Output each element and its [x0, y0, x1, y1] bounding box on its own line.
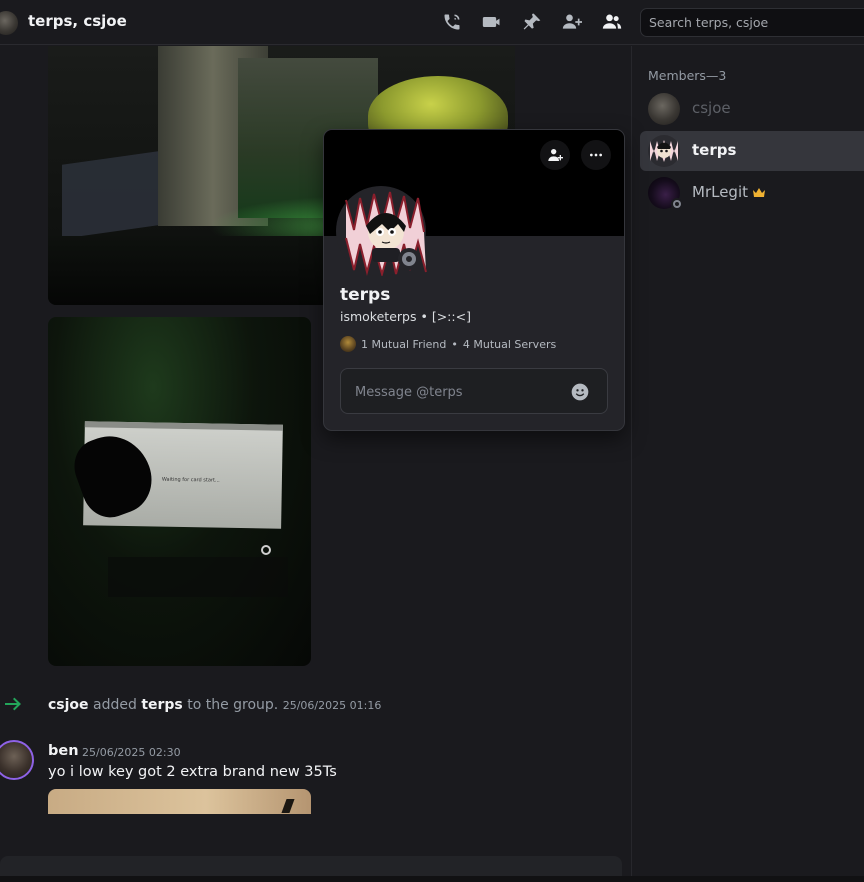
profile-display-name: terps	[340, 285, 391, 305]
system-message-timestamp: 25/06/2025 01:16	[282, 699, 382, 712]
status-offline-icon	[671, 198, 683, 210]
avatar	[648, 135, 680, 167]
system-message-text: csjoe added terps to the group. 25/06/20…	[48, 697, 381, 713]
message-timestamp: 25/06/2025 02:30	[82, 746, 181, 759]
join-arrow-icon	[4, 694, 22, 716]
add-friends-icon[interactable]	[561, 11, 583, 33]
profile-pronouns: [>::<]	[431, 309, 471, 324]
image-detail	[62, 151, 158, 239]
system-message-actor[interactable]: csjoe	[48, 697, 89, 713]
message-text: yo i low key got 2 extra brand new 35Ts	[48, 764, 337, 780]
members-heading: Members—3	[648, 68, 727, 83]
avatar	[648, 93, 680, 125]
channel-title: terps, csjoe	[28, 12, 127, 30]
mutual-friends-link[interactable]: 1 Mutual Friend	[361, 338, 446, 351]
system-message-action: added	[93, 697, 137, 713]
user-profile-popout: terps ismoketerps • [>::<] 1 Mutual Frie…	[323, 129, 625, 431]
profile-message-box	[340, 368, 608, 414]
image-caption-text: Waiting for card start...	[161, 476, 220, 484]
member-item-mrlegit[interactable]: MrLegit	[640, 173, 864, 213]
separator-bullet: •	[451, 337, 458, 351]
image-attachment-laptop-photo[interactable]: Waiting for card start...	[48, 317, 311, 666]
channel-header: terps, csjoe	[0, 0, 864, 45]
more-options-button[interactable]	[581, 140, 611, 170]
ellipsis-icon	[590, 153, 602, 157]
members-list: Members—3 csjoe terps MrLegit	[632, 46, 864, 882]
message-author[interactable]: ben	[48, 743, 79, 759]
system-message-suffix: to the group.	[187, 697, 279, 713]
member-name: csjoe	[692, 99, 731, 117]
image-detail	[281, 799, 295, 813]
search-box[interactable]	[640, 8, 864, 37]
member-name: MrLegit	[692, 183, 766, 201]
profile-username: ismoketerps • [>::<]	[340, 309, 471, 324]
profile-username-text[interactable]: ismoketerps	[340, 309, 416, 324]
image-attachment-photo[interactable]	[48, 789, 311, 814]
status-offline-icon	[398, 248, 420, 270]
member-name: terps	[692, 141, 737, 159]
add-friend-button[interactable]	[540, 140, 570, 170]
pin-icon[interactable]	[521, 11, 543, 33]
image-detail	[261, 545, 271, 555]
emoji-icon[interactable]	[570, 382, 590, 402]
voice-call-icon[interactable]	[441, 11, 463, 33]
mutual-servers-link[interactable]: 4 Mutual Servers	[463, 338, 556, 351]
members-icon[interactable]	[601, 11, 623, 33]
avatar[interactable]	[0, 740, 34, 780]
app-window: terps, csjoe Search terps, csjoe Waiting…	[0, 0, 864, 882]
window-bottom-edge	[0, 876, 864, 882]
video-call-icon[interactable]	[481, 11, 503, 33]
system-message-target[interactable]: terps	[141, 697, 182, 713]
add-friend-icon	[548, 149, 563, 161]
member-item-terps[interactable]: terps	[640, 131, 864, 171]
mutuals-row: 1 Mutual Friend • 4 Mutual Servers	[340, 336, 556, 352]
search-input[interactable]	[641, 9, 864, 36]
member-name-text: MrLegit	[692, 183, 749, 201]
crown-icon	[752, 184, 766, 197]
image-detail	[108, 557, 288, 597]
image-detail	[84, 421, 283, 431]
profile-avatar[interactable]	[336, 186, 427, 276]
member-item-csjoe[interactable]: csjoe	[640, 89, 864, 129]
separator-bullet: •	[420, 309, 428, 324]
profile-message-input[interactable]	[355, 381, 555, 403]
group-avatar[interactable]	[0, 11, 18, 35]
system-message: csjoe added terps to the group. 25/06/20…	[0, 694, 631, 716]
avatar	[340, 336, 356, 352]
